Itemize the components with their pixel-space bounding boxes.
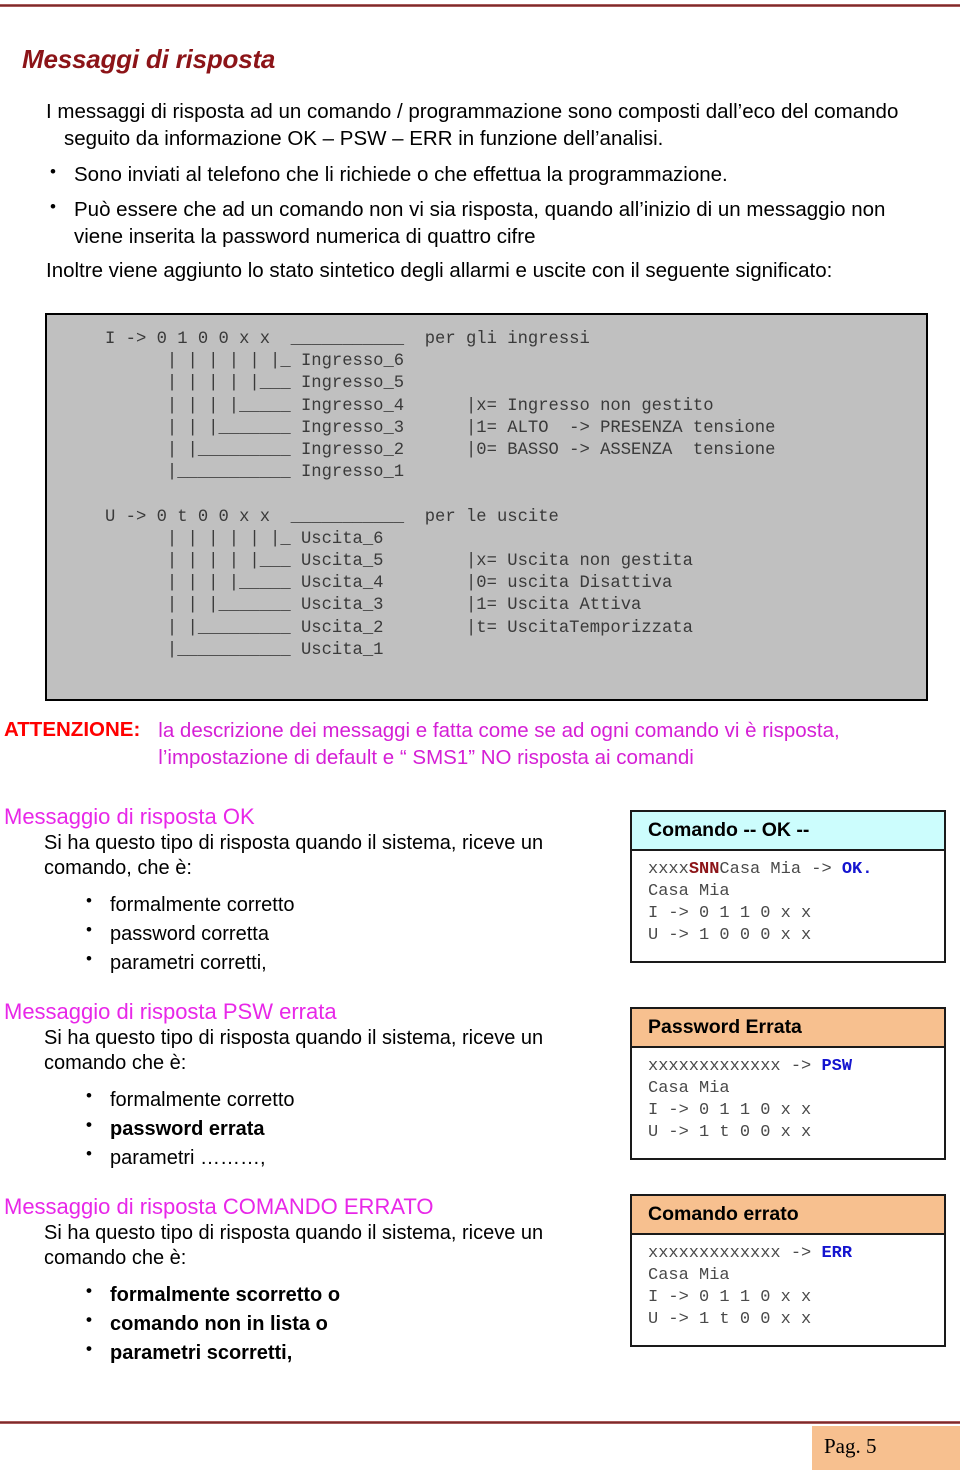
section-desc-line1: Si ha questo tipo di risposta quando il … — [44, 1027, 544, 1050]
sms-command: -> — [780, 1244, 822, 1263]
attention-line1: la descrizione dei messaggi e fatta come… — [158, 719, 840, 742]
sms-prefix: xxxx — [648, 860, 689, 879]
page-top-rule — [0, 4, 960, 7]
sms-line3: I -> 0 1 1 0 x x — [648, 1288, 812, 1307]
section-description: Si ha questo tipo di risposta quando il … — [4, 831, 604, 881]
bullet-line2: viene inserita la password numerica di q… — [74, 224, 536, 248]
intro-closing-line: Inoltre viene aggiunto lo stato sintetic… — [46, 259, 833, 283]
bullet-label: formalmente corretto — [110, 1088, 295, 1111]
bullet-label: parametri scorretti, — [110, 1341, 293, 1364]
sms-line3: I -> 0 1 1 0 x x — [648, 1101, 812, 1120]
section-desc-line2: comando, che è: — [44, 857, 192, 880]
list-item: parametri corretti, — [86, 948, 604, 976]
section-bullet-list: formalmente corretto password errata par… — [4, 1085, 604, 1171]
sms-prefix: xxxxxxxxxxxxx — [648, 1244, 781, 1263]
intro-paragraph-line1: I messaggi di risposta ad un comando / p… — [46, 100, 899, 123]
list-item: password corretta — [86, 919, 604, 947]
example-box-ok: Comando -- OK -- xxxxSNNCasa Mia -> OK. … — [630, 810, 946, 963]
page-bottom-rule — [0, 1421, 960, 1424]
bullet-label: comando non in lista o — [110, 1312, 328, 1335]
section-desc-line1: Si ha questo tipo di risposta quando il … — [44, 1222, 544, 1245]
section-bullet-list: formalmente scorretto o comando non in l… — [4, 1280, 604, 1366]
sms-prefix: xxxxxxxxxxxxx — [648, 1057, 781, 1076]
section-desc-line1: Si ha questo tipo di risposta quando il … — [44, 832, 544, 855]
section-comando-errato-text: Messaggio di risposta COMANDO ERRATO Si … — [4, 1194, 604, 1369]
bullet-label: password errata — [110, 1117, 265, 1140]
list-item: parametri ………, — [86, 1143, 604, 1171]
list-item: formalmente scorretto o — [86, 1280, 604, 1308]
example-box-body: xxxxxxxxxxxxx -> ERR Casa Mia I -> 0 1 1… — [632, 1235, 944, 1345]
status-code-block: I -> 0 1 0 0 x x ___________ per gli ing… — [45, 313, 928, 701]
list-item: Sono inviati al telefono che li richiede… — [46, 161, 938, 189]
section-description: Si ha questo tipo di risposta quando il … — [4, 1221, 604, 1271]
example-box-body: xxxxSNNCasa Mia -> OK. Casa Mia I -> 0 1… — [632, 851, 944, 961]
attention-body: la descrizione dei messaggi e fatta come… — [150, 718, 839, 771]
sms-password: SNN — [688, 860, 720, 879]
page-number: Pag. 5 — [824, 1434, 877, 1458]
list-item: comando non in lista o — [86, 1309, 604, 1337]
sms-line2: Casa Mia — [648, 1266, 730, 1285]
list-item: password errata — [86, 1114, 604, 1142]
sms-line3: I -> 0 1 1 0 x x — [648, 904, 812, 923]
sms-status: PSW — [821, 1057, 853, 1076]
attention-note: ATTENZIONE: la descrizione dei messaggi … — [4, 718, 954, 771]
intro-paragraph: I messaggi di risposta ad un comando / p… — [0, 99, 960, 152]
sms-line4: U -> 1 t 0 0 x x — [648, 1123, 812, 1142]
example-box-psw: Password Errata xxxxxxxxxxxxx -> PSW Cas… — [630, 1007, 946, 1160]
section-psw-text: Messaggio di risposta PSW errata Si ha q… — [4, 999, 604, 1174]
intro-paragraph-line2: seguito da informazione OK – PSW – ERR i… — [64, 126, 664, 150]
sms-status: ERR — [821, 1244, 853, 1263]
section-desc-line2: comando che è: — [44, 1247, 187, 1270]
sms-line4: U -> 1 t 0 0 x x — [648, 1310, 812, 1329]
sms-line2: Casa Mia — [648, 882, 730, 901]
section-description: Si ha questo tipo di risposta quando il … — [4, 1026, 604, 1076]
page-title: Messaggi di risposta — [22, 44, 276, 74]
section-desc-line2: comando che è: — [44, 1052, 187, 1075]
list-item: Può essere che ad un comando non vi sia … — [46, 196, 938, 250]
list-item: formalmente corretto — [86, 1085, 604, 1113]
sms-line4: U -> 1 0 0 0 x x — [648, 926, 812, 945]
example-box-header: Password Errata — [632, 1009, 944, 1048]
bullet-label: formalmente corretto — [110, 893, 295, 916]
bullet-label: formalmente scorretto o — [110, 1283, 341, 1306]
attention-line2: l’impostazione di default e “ SMS1” NO r… — [158, 745, 694, 769]
list-item: parametri scorretti, — [86, 1338, 604, 1366]
example-box-header: Comando errato — [632, 1196, 944, 1235]
status-code-text: I -> 0 1 0 0 x x ___________ per gli ing… — [105, 330, 776, 660]
example-box-body: xxxxxxxxxxxxx -> PSW Casa Mia I -> 0 1 1… — [632, 1048, 944, 1158]
attention-label: ATTENZIONE: — [4, 718, 141, 741]
sms-status: OK. — [841, 860, 873, 879]
list-item: formalmente corretto — [86, 890, 604, 918]
bullet-label: password corretta — [110, 922, 269, 945]
page-content: Messaggi di risposta I messaggi di rispo… — [0, 26, 960, 299]
example-box-comando-errato: Comando errato xxxxxxxxxxxxx -> ERR Casa… — [630, 1194, 946, 1347]
bullet-label: parametri ………, — [110, 1146, 266, 1169]
section-heading: Messaggio di risposta OK — [4, 804, 255, 829]
bullet-label: parametri corretti, — [110, 951, 267, 974]
example-box-header: Comando -- OK -- — [632, 812, 944, 851]
sms-command: Casa Mia -> — [719, 860, 842, 879]
section-heading: Messaggio di risposta PSW errata — [4, 999, 337, 1024]
intro-bullet-list: Sono inviati al telefono che li richiede… — [0, 161, 960, 250]
section-ok-text: Messaggio di risposta OK Si ha questo ti… — [4, 804, 604, 979]
sms-line2: Casa Mia — [648, 1079, 730, 1098]
section-heading: Messaggio di risposta COMANDO ERRATO — [4, 1194, 434, 1219]
section-bullet-list: formalmente corretto password corretta p… — [4, 890, 604, 976]
bullet-line1: Può essere che ad un comando non vi sia … — [74, 197, 886, 221]
sms-command: -> — [780, 1057, 822, 1076]
bullet-line1: Sono inviati al telefono che li richiede… — [74, 163, 728, 187]
